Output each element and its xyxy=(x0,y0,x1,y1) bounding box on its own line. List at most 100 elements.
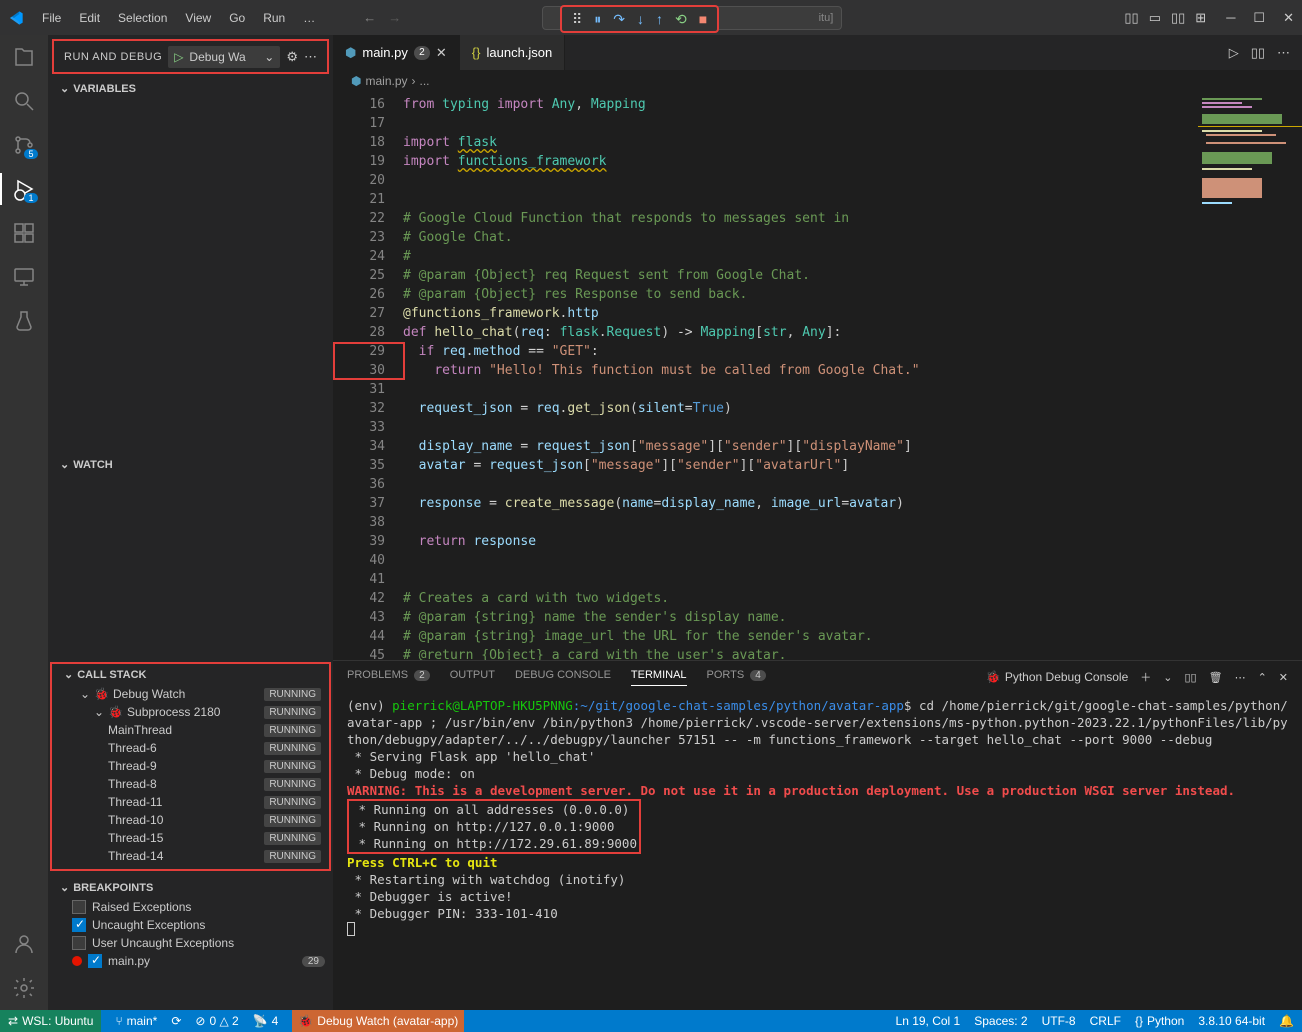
line-number[interactable]: 34 xyxy=(333,437,385,456)
split-editor-icon[interactable]: ▯▯ xyxy=(1251,45,1265,61)
line-number[interactable]: 24 xyxy=(333,247,385,266)
step-out-icon[interactable]: ↑ xyxy=(656,11,663,27)
toggle-secondary-icon[interactable]: ▯▯ xyxy=(1171,10,1185,26)
code-content[interactable]: from typing import Any, Mapping import f… xyxy=(403,92,1197,660)
step-over-icon[interactable]: ↷ xyxy=(613,11,625,28)
callstack-item[interactable]: Thread-6RUNNING xyxy=(52,739,329,757)
explorer-icon[interactable] xyxy=(12,45,36,69)
line-number[interactable]: 35 xyxy=(333,456,385,475)
maximize-icon[interactable]: ☐ xyxy=(1253,10,1265,26)
extensions-icon[interactable] xyxy=(12,221,36,245)
debug-config-select[interactable]: ▷ Debug Wa ⌄ xyxy=(168,46,280,68)
breakpoint-option[interactable]: Uncaught Exceptions xyxy=(48,916,333,934)
kill-terminal-icon[interactable]: 🗑 xyxy=(1209,671,1223,684)
more-icon[interactable]: ⋯ xyxy=(1235,671,1246,684)
debug-status[interactable]: 🐞Debug Watch (avatar-app) xyxy=(292,1010,464,1032)
start-debug-icon[interactable]: ▷ xyxy=(174,50,183,64)
checkbox[interactable] xyxy=(72,936,86,950)
stop-icon[interactable]: ■ xyxy=(699,11,707,27)
search-icon[interactable] xyxy=(12,89,36,113)
line-number[interactable]: 31 xyxy=(333,380,385,399)
pause-icon[interactable]: ⏸ xyxy=(594,11,601,28)
breakpoint-file[interactable]: main.py29 xyxy=(48,952,333,970)
line-number[interactable]: 20 xyxy=(333,171,385,190)
callstack-item[interactable]: Thread-9RUNNING xyxy=(52,757,329,775)
checkbox[interactable] xyxy=(88,954,102,968)
close-panel-icon[interactable]: ✕ xyxy=(1279,671,1288,684)
line-number[interactable]: 32 xyxy=(333,399,385,418)
callstack-item[interactable]: Thread-14RUNNING xyxy=(52,847,329,865)
problems-status[interactable]: ⊘0 △ 2 xyxy=(195,1014,238,1028)
menu-selection[interactable]: Selection xyxy=(110,7,175,29)
panel-tab-ports[interactable]: PORTS4 xyxy=(707,669,766,685)
chevron-down-icon[interactable]: ⌄ xyxy=(1163,671,1172,684)
line-number[interactable]: 25 xyxy=(333,266,385,285)
python-interpreter[interactable]: 3.8.10 64-bit xyxy=(1198,1014,1265,1028)
nav-forward-icon[interactable]: → xyxy=(388,10,401,25)
maximize-panel-icon[interactable]: ⌃ xyxy=(1258,671,1267,684)
accounts-icon[interactable] xyxy=(12,932,36,956)
panel-tab-output[interactable]: OUTPUT xyxy=(450,669,495,685)
more-icon[interactable]: ⋯ xyxy=(1277,45,1290,61)
remote-explorer-icon[interactable] xyxy=(12,265,36,289)
debug-settings-icon[interactable]: ⚙ xyxy=(286,49,298,65)
terminal-output[interactable]: (env) pierrick@LAPTOP-HKU5PNNG:~/git/goo… xyxy=(333,693,1302,1010)
breakpoint-option[interactable]: Raised Exceptions xyxy=(48,898,333,916)
line-number[interactable]: 27 xyxy=(333,304,385,323)
menu-go[interactable]: Go xyxy=(221,7,253,29)
line-number[interactable]: 17 xyxy=(333,114,385,133)
breakpoint-option[interactable]: User Uncaught Exceptions xyxy=(48,934,333,952)
language-mode[interactable]: {}Python xyxy=(1135,1014,1184,1028)
callstack-item[interactable]: Thread-11RUNNING xyxy=(52,793,329,811)
split-terminal-icon[interactable]: ▯▯ xyxy=(1184,671,1196,684)
minimap[interactable] xyxy=(1197,92,1302,660)
line-number[interactable]: 19 xyxy=(333,152,385,171)
watch-section-header[interactable]: ⌄WATCH xyxy=(48,454,333,475)
line-number[interactable]: 38 xyxy=(333,513,385,532)
variables-section-header[interactable]: ⌄VARIABLES xyxy=(48,78,333,99)
testing-icon[interactable] xyxy=(12,309,36,333)
checkbox[interactable] xyxy=(72,900,86,914)
close-tab-icon[interactable]: ✕ xyxy=(436,45,447,61)
checkbox[interactable] xyxy=(72,918,86,932)
run-debug-icon[interactable]: 1 xyxy=(12,177,36,201)
callstack-section-header[interactable]: ⌄CALL STACK xyxy=(52,664,329,685)
new-terminal-icon[interactable]: ＋ xyxy=(1140,669,1151,685)
ports-status[interactable]: 📡4 xyxy=(253,1014,279,1028)
line-number[interactable]: 36 xyxy=(333,475,385,494)
menu-run[interactable]: Run xyxy=(255,7,293,29)
toggle-panel-icon[interactable]: ▭ xyxy=(1149,10,1161,26)
menu-edit[interactable]: Edit xyxy=(71,7,108,29)
tab-main-py[interactable]: ⬢main.py2✕ xyxy=(333,35,460,70)
panel-tab-terminal[interactable]: TERMINAL xyxy=(631,669,687,686)
code-editor[interactable]: 1617181920212223242526272829303132333435… xyxy=(333,92,1302,660)
close-icon[interactable]: ✕ xyxy=(1283,10,1294,26)
git-branch[interactable]: ⑂main* xyxy=(115,1014,157,1028)
settings-gear-icon[interactable] xyxy=(12,976,36,1000)
line-number[interactable]: 42 xyxy=(333,589,385,608)
line-number-gutter[interactable]: 1617181920212223242526272829303132333435… xyxy=(333,92,403,660)
notifications-icon[interactable]: 🔔 xyxy=(1279,1014,1294,1028)
eol[interactable]: CRLF xyxy=(1090,1014,1121,1028)
panel-tab-debug-console[interactable]: DEBUG CONSOLE xyxy=(515,669,611,685)
step-into-icon[interactable]: ↓ xyxy=(637,11,644,27)
line-number[interactable]: 37 xyxy=(333,494,385,513)
terminal-selector[interactable]: 🐞Python Debug Console xyxy=(986,670,1128,684)
line-number[interactable]: 41 xyxy=(333,570,385,589)
line-number[interactable]: 29 xyxy=(333,342,385,361)
restart-icon[interactable]: ⟲ xyxy=(675,11,687,28)
menu-file[interactable]: File xyxy=(34,7,69,29)
drag-handle-icon[interactable]: ⠿ xyxy=(572,11,582,28)
line-number[interactable]: 33 xyxy=(333,418,385,437)
git-sync[interactable]: ⟳ xyxy=(171,1014,181,1028)
toggle-sidebar-icon[interactable]: ▯▯ xyxy=(1124,10,1138,26)
menu-…[interactable]: … xyxy=(295,7,323,29)
line-number[interactable]: 21 xyxy=(333,190,385,209)
minimize-icon[interactable]: ─ xyxy=(1226,10,1235,26)
callstack-item[interactable]: Thread-15RUNNING xyxy=(52,829,329,847)
line-number[interactable]: 23 xyxy=(333,228,385,247)
callstack-item[interactable]: Thread-10RUNNING xyxy=(52,811,329,829)
callstack-item[interactable]: ⌄🐞Debug WatchRUNNING xyxy=(52,685,329,703)
line-number[interactable]: 44 xyxy=(333,627,385,646)
line-number[interactable]: 26 xyxy=(333,285,385,304)
